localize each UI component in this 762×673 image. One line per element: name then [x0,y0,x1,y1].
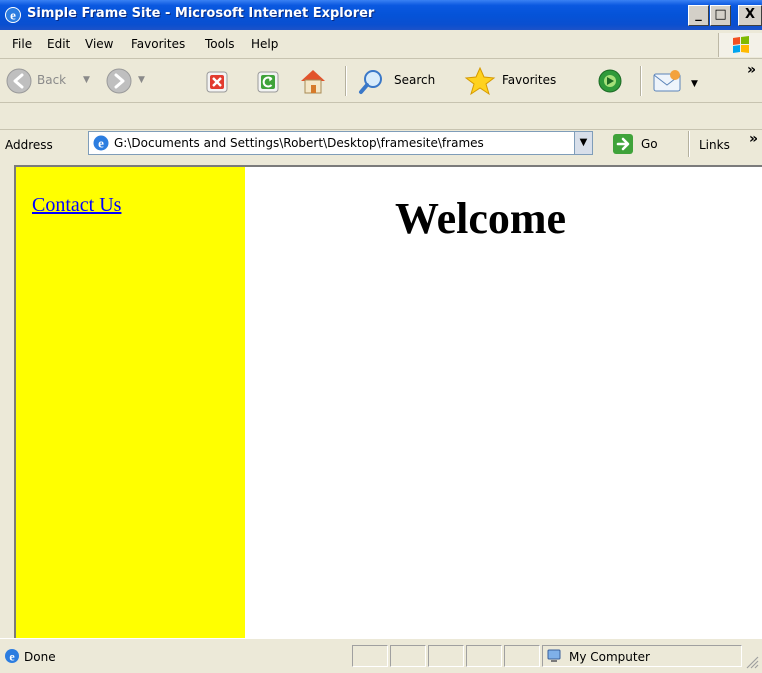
mail-dropdown-icon[interactable]: ▼ [691,79,698,89]
home-icon[interactable] [298,67,328,95]
windows-logo [718,33,762,57]
menu-view[interactable]: View [85,37,113,51]
address-bar: Address e G:\Documents and Settings\Robe… [0,103,762,165]
menu-file[interactable]: File [12,37,32,51]
status-text: Done [24,650,56,664]
addressbar-separator [688,131,690,157]
windows-flag-icon [733,36,749,53]
internet-explorer-icon: e [5,7,21,23]
address-label: Address [5,138,53,152]
status-pane [390,645,426,667]
menu-favorites[interactable]: Favorites [131,37,185,51]
address-value[interactable]: G:\Documents and Settings\Robert\Desktop… [114,136,569,150]
maximize-button[interactable]: □ [710,5,731,26]
links-overflow-chevron[interactable]: » [749,131,758,147]
favorites-label: Favorites [502,73,557,87]
forward-arrow-icon [106,68,132,94]
back-arrow-icon [6,68,32,94]
status-pane [504,645,540,667]
mail-icon[interactable] [651,67,683,95]
welcome-heading: Welcome [395,194,567,243]
back-label: Back [37,73,67,87]
stop-icon[interactable] [205,70,229,94]
refresh-icon[interactable] [256,70,280,94]
window-left-edge [0,165,14,638]
minimize-button[interactable]: _ [688,5,709,26]
address-field[interactable]: e G:\Documents and Settings\Robert\Deskt… [88,131,593,155]
page-icon: e [93,135,109,151]
security-zone-pane: My Computer [542,645,742,667]
favorites-button[interactable]: Favorites [462,64,577,98]
search-button[interactable]: Search [356,64,451,98]
menu-edit[interactable]: Edit [47,37,70,51]
search-label: Search [394,73,436,87]
contact-us-link[interactable]: Contact Us [32,194,121,217]
favorites-star-icon [464,66,496,96]
menu-bar: File Edit View Favorites Tools Help [0,30,762,59]
go-button[interactable]: Go [612,132,670,156]
back-button[interactable]: Back ▼ [4,64,104,98]
svg-text:e: e [98,136,104,151]
menu-tools[interactable]: Tools [205,37,235,51]
search-magnifier-icon [359,70,382,94]
close-button[interactable]: X [738,5,762,26]
status-bar: e Done My Computer [0,638,762,673]
toolbar-separator [345,66,347,96]
status-pane [428,645,464,667]
status-pane [352,645,388,667]
status-pane [466,645,502,667]
window-title: Simple Frame Site - Microsoft Internet E… [27,6,375,21]
svg-text:e: e [9,650,15,664]
links-label[interactable]: Links [699,138,730,152]
chevron-down-icon: ▼ [579,137,588,148]
svg-text:e: e [10,8,16,23]
status-page-icon: e [5,649,19,664]
go-label: Go [641,137,658,151]
forward-dropdown-icon[interactable]: ▼ [138,75,145,85]
toolbar-overflow-chevron[interactable]: » [747,62,756,78]
title-bar[interactable]: e Simple Frame Site - Microsoft Internet… [0,0,762,30]
standard-toolbar: Back ▼ ▼ Search Favorites ▼ » [0,59,762,103]
toolbar-separator [640,66,642,96]
forward-button[interactable]: ▼ [104,64,154,98]
menu-help[interactable]: Help [251,37,278,51]
zone-label: My Computer [569,650,650,664]
my-computer-icon [547,649,561,662]
go-arrow-icon [613,134,633,154]
left-frame [16,167,245,638]
media-icon[interactable] [595,67,625,95]
address-dropdown-button[interactable]: ▼ [574,132,592,154]
resize-grip-icon[interactable] [745,655,759,669]
back-dropdown-icon[interactable]: ▼ [83,75,90,85]
